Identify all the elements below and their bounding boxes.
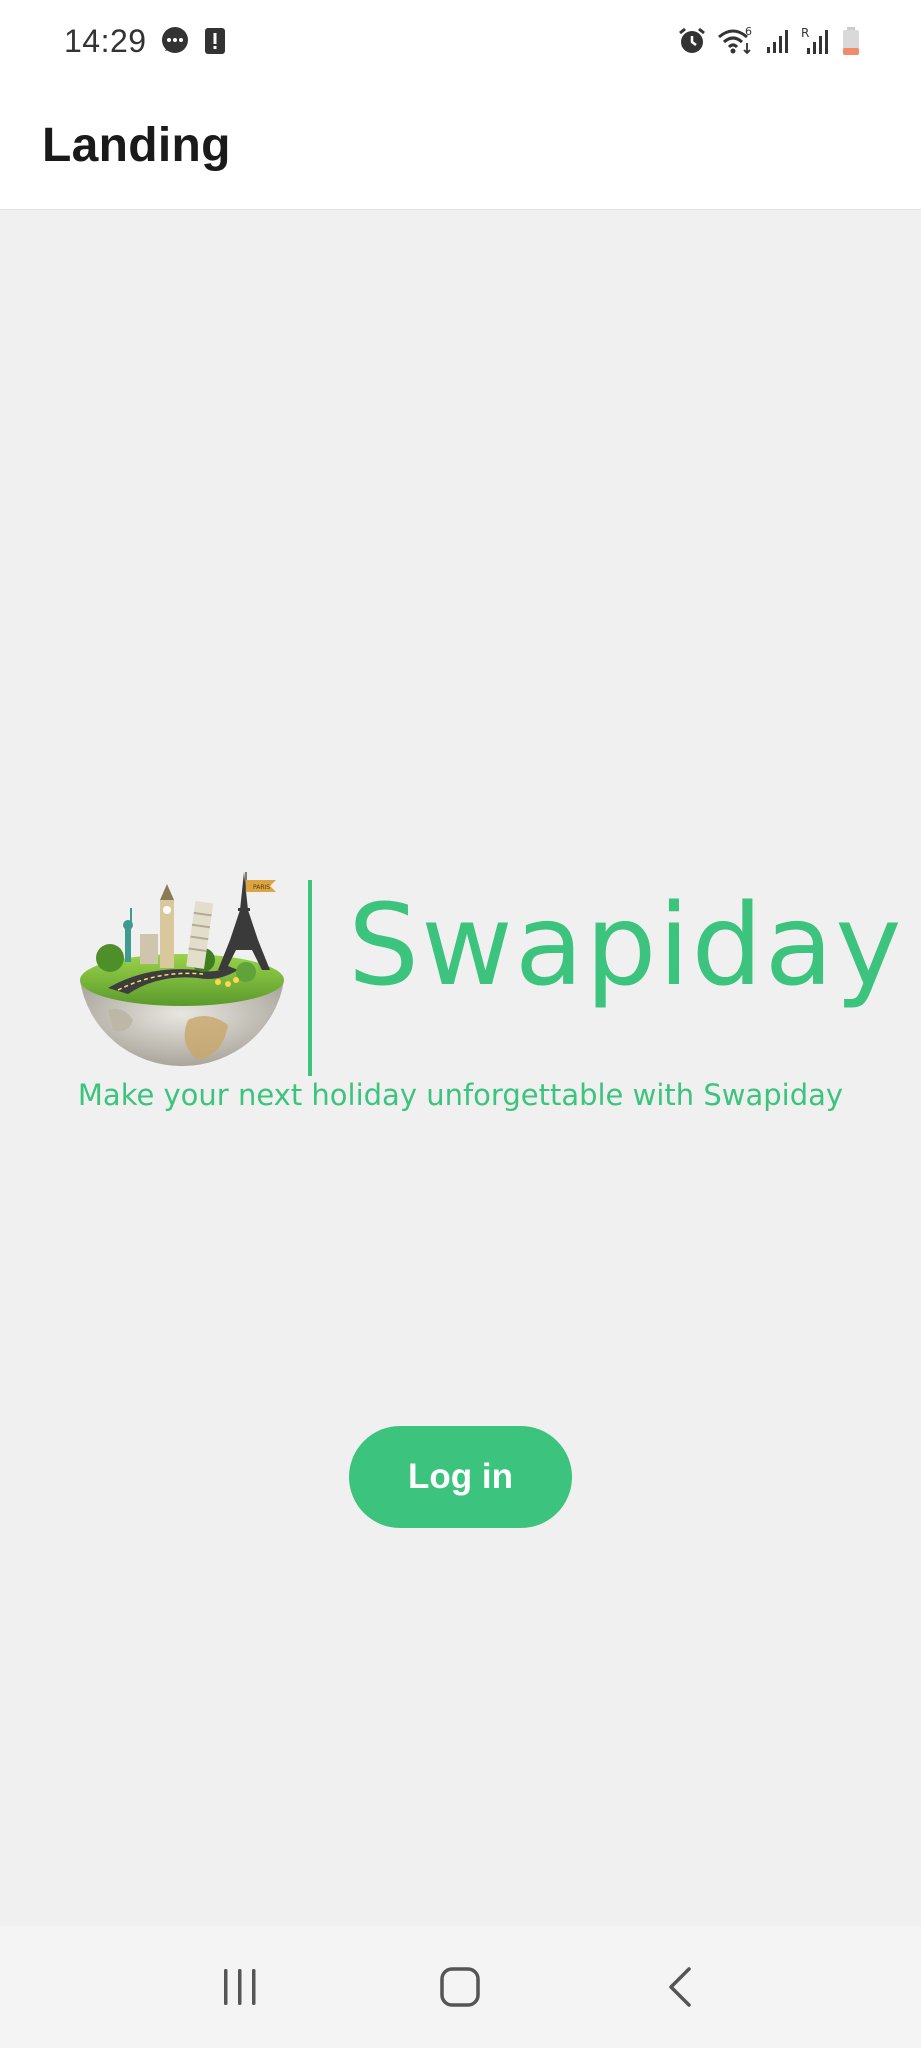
page-title: Landing xyxy=(42,119,231,172)
tagline: Make your next holiday unforgettable wit… xyxy=(77,1078,844,1112)
status-time: 14:29 xyxy=(64,22,147,59)
status-bar: 14:29 6 R xyxy=(0,0,921,82)
recents-icon[interactable] xyxy=(195,1942,285,2032)
status-left: 14:29 xyxy=(64,23,227,60)
flag-label: PARIS xyxy=(253,884,270,891)
battery-icon xyxy=(841,26,861,56)
alarm-icon xyxy=(677,26,707,56)
wifi-icon: 6 xyxy=(717,25,755,57)
brand-name: Swapiday xyxy=(348,881,904,1011)
back-icon[interactable] xyxy=(636,1942,726,2032)
swapiday-logo: PARIS Swapiday xyxy=(78,870,902,1080)
roaming-signal-icon: R xyxy=(801,26,831,56)
wifi-label: 6 xyxy=(745,25,752,38)
logo-divider xyxy=(308,880,312,1076)
login-button[interactable]: Log in xyxy=(349,1426,572,1528)
landing-content: PARIS Swapiday Make your next holiday un… xyxy=(0,210,921,1926)
roaming-label: R xyxy=(801,26,809,40)
globe-landmarks-icon: PARIS xyxy=(80,872,284,1067)
message-icon xyxy=(159,25,191,57)
signal-icon xyxy=(765,27,791,55)
app-bar: Landing xyxy=(0,82,921,210)
system-nav-bar xyxy=(0,1926,921,2048)
home-icon[interactable] xyxy=(415,1942,505,2032)
status-right: 6 R xyxy=(677,25,861,57)
alert-icon xyxy=(203,26,227,56)
